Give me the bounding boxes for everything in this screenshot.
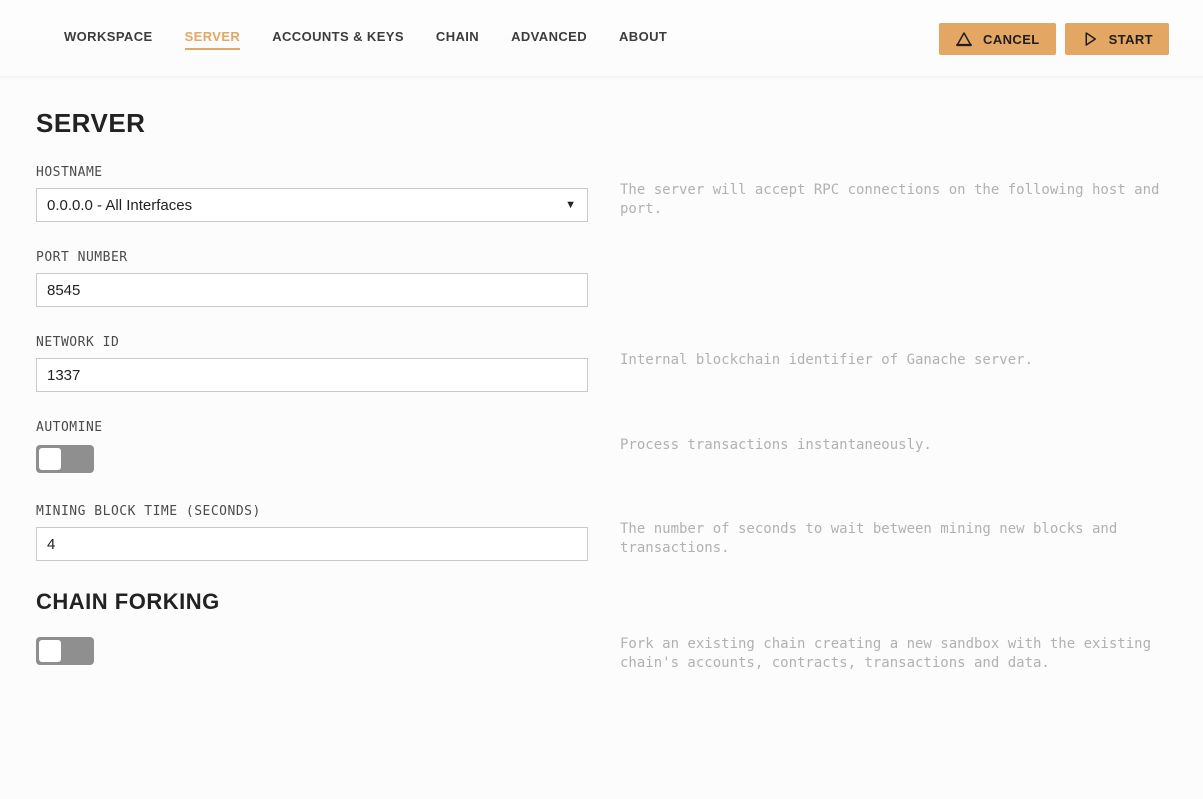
- section-title-forking: CHAIN FORKING: [36, 589, 1164, 615]
- field-row-port: PORT NUMBER: [36, 250, 1164, 307]
- field-row-network-id: NETWORK ID Internal blockchain identifie…: [36, 335, 1164, 392]
- forking-help: Fork an existing chain creating a new sa…: [620, 635, 1164, 673]
- section-title-server: SERVER: [36, 108, 1164, 139]
- toggle-knob: [39, 448, 61, 470]
- block-time-label: MINING BLOCK TIME (SECONDS): [36, 504, 588, 519]
- tab-accounts-keys[interactable]: ACCOUNTS & KEYS: [272, 29, 404, 50]
- hostname-select[interactable]: 0.0.0.0 - All Interfaces: [36, 188, 588, 222]
- automine-help: Process transactions instantaneously.: [620, 420, 1164, 455]
- play-icon: [1081, 30, 1099, 48]
- block-time-input[interactable]: [36, 527, 588, 561]
- hostname-help: The server will accept RPC connections o…: [620, 165, 1164, 219]
- automine-toggle[interactable]: [36, 445, 94, 473]
- start-button[interactable]: START: [1065, 23, 1169, 55]
- cancel-button-label: CANCEL: [983, 32, 1040, 47]
- warning-icon: [955, 30, 973, 48]
- port-help: [620, 250, 1164, 266]
- field-row-hostname: HOSTNAME 0.0.0.0 - All Interfaces The se…: [36, 165, 1164, 222]
- automine-label: AUTOMINE: [36, 420, 588, 435]
- action-buttons: CANCEL START: [939, 23, 1169, 55]
- hostname-select-wrap: 0.0.0.0 - All Interfaces: [36, 188, 588, 222]
- cancel-button[interactable]: CANCEL: [939, 23, 1056, 55]
- port-input[interactable]: [36, 273, 588, 307]
- hostname-label: HOSTNAME: [36, 165, 588, 180]
- topbar: WORKSPACE SERVER ACCOUNTS & KEYS CHAIN A…: [0, 0, 1203, 78]
- tab-about[interactable]: ABOUT: [619, 29, 667, 50]
- forking-toggle[interactable]: [36, 637, 94, 665]
- content: SERVER HOSTNAME 0.0.0.0 - All Interfaces…: [0, 78, 1200, 741]
- tab-workspace[interactable]: WORKSPACE: [64, 29, 153, 50]
- start-button-label: START: [1109, 32, 1153, 47]
- field-row-block-time: MINING BLOCK TIME (SECONDS) The number o…: [36, 504, 1164, 561]
- network-id-help: Internal blockchain identifier of Ganach…: [620, 335, 1164, 370]
- tab-advanced[interactable]: ADVANCED: [511, 29, 587, 50]
- field-row-forking: Fork an existing chain creating a new sa…: [36, 635, 1164, 673]
- field-row-automine: AUTOMINE Process transactions instantane…: [36, 420, 1164, 476]
- tab-chain[interactable]: CHAIN: [436, 29, 479, 50]
- port-label: PORT NUMBER: [36, 250, 588, 265]
- network-id-input[interactable]: [36, 358, 588, 392]
- block-time-help: The number of seconds to wait between mi…: [620, 504, 1164, 558]
- tabs: WORKSPACE SERVER ACCOUNTS & KEYS CHAIN A…: [64, 29, 667, 50]
- network-id-label: NETWORK ID: [36, 335, 588, 350]
- toggle-knob: [39, 640, 61, 662]
- tab-server[interactable]: SERVER: [185, 29, 241, 50]
